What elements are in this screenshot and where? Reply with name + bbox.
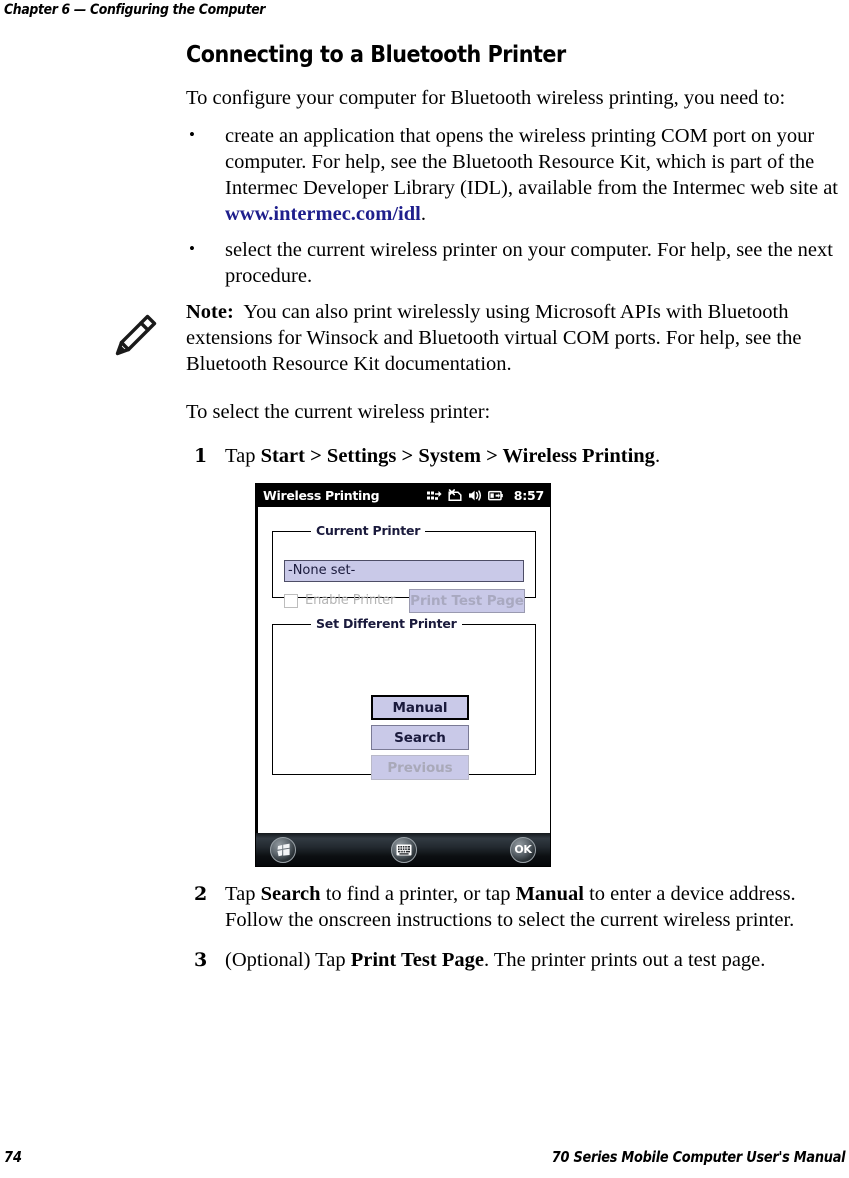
device-titlebar: Wireless Printing 8:57 xyxy=(256,484,550,507)
step-text-plain: (Optional) Tap xyxy=(225,949,351,971)
ok-button[interactable]: OK xyxy=(510,837,536,863)
device-taskbar: OK xyxy=(256,833,550,866)
manual-button[interactable]: Manual xyxy=(371,695,469,720)
list-item: • create an application that opens the wi… xyxy=(186,123,849,227)
intro-paragraph: To configure your computer for Bluetooth… xyxy=(186,87,786,109)
step-text-plain: to find a printer, or tap xyxy=(320,883,516,905)
set-different-printer-legend: Set Different Printer xyxy=(316,616,457,631)
device-screen-body: Current Printer -None set- Enable Printe… xyxy=(258,507,550,835)
note-text: Note: You can also print wirelessly usin… xyxy=(186,299,849,377)
step-text-plain: . The printer prints out a test page. xyxy=(483,949,766,971)
bullet-text: select the current wireless printer on y… xyxy=(225,239,833,287)
footer-manual-title: 70 Series Mobile Computer User's Manual xyxy=(551,1148,845,1166)
step-text-bold: Start > Settings > System > Wireless Pri… xyxy=(260,445,655,467)
device-screenshot-figure: Wireless Printing 8:57 Current Printer -… xyxy=(225,483,849,867)
footer-page-number: 74 xyxy=(4,1148,22,1166)
bullet-text-before-link: create an application that opens the wir… xyxy=(225,125,838,199)
list-item: • select the current wireless printer on … xyxy=(186,237,849,289)
step-text-plain: Tap xyxy=(225,883,261,905)
current-printer-value[interactable]: -None set- xyxy=(284,560,524,582)
step-text-bold: Search xyxy=(260,883,321,905)
device-status-icons: 8:57 xyxy=(426,483,544,509)
current-printer-group: Current Printer -None set- Enable Printe… xyxy=(272,518,536,613)
set-different-printer-group: Set Different Printer Manual Search Prev… xyxy=(272,611,536,780)
network-disconnected-icon[interactable] xyxy=(448,489,462,502)
note-label: Note: xyxy=(186,301,234,323)
current-printer-legend: Current Printer xyxy=(316,523,421,538)
enable-printer-checkbox-row[interactable]: Enable Printer xyxy=(284,589,395,613)
running-head: Chapter 6 — Configuring the Computer xyxy=(4,2,266,18)
enable-printer-checkbox[interactable] xyxy=(284,594,298,608)
procedure-lead-in: To select the current wireless printer: xyxy=(186,401,491,423)
step-number: 3 xyxy=(194,949,208,971)
page-content: Connecting to a Bluetooth Printer To con… xyxy=(115,42,849,987)
device-clock: 8:57 xyxy=(513,487,544,503)
note-block: Note: You can also print wirelessly usin… xyxy=(115,299,849,383)
step-text-plain: Tap xyxy=(225,445,261,467)
bullet-dot-icon: • xyxy=(189,239,195,258)
page-title: Connecting to a Bluetooth Printer xyxy=(186,42,566,68)
windows-start-icon[interactable] xyxy=(270,837,296,863)
search-button[interactable]: Search xyxy=(371,725,469,750)
procedure-steps: 1 Tap Start > Settings > System > Wireles… xyxy=(186,443,849,973)
step-2: 2 Tap Search to find a printer, or tap Ma… xyxy=(186,881,849,933)
battery-power-icon[interactable] xyxy=(487,489,503,502)
note-body: You can also print wirelessly using Micr… xyxy=(186,301,802,375)
step-number: 1 xyxy=(194,445,208,467)
connectivity-icon[interactable] xyxy=(426,489,442,502)
print-test-page-button[interactable]: Print Test Page xyxy=(409,589,525,613)
step-1: 1 Tap Start > Settings > System > Wireles… xyxy=(186,443,849,867)
bullet-dot-icon: • xyxy=(189,125,195,144)
step-text-bold: Manual xyxy=(515,883,584,905)
volume-icon[interactable] xyxy=(468,489,482,502)
pencil-icon xyxy=(108,309,162,363)
step-text-plain: . xyxy=(654,445,661,467)
step-text-bold: Print Test Page xyxy=(350,949,484,971)
device-screen: Wireless Printing 8:57 Current Printer -… xyxy=(255,483,551,867)
step-number: 2 xyxy=(194,883,208,905)
device-title: Wireless Printing xyxy=(263,487,380,503)
previous-button[interactable]: Previous xyxy=(371,755,469,780)
intermec-idl-link[interactable]: www.intermec.com/idl xyxy=(225,203,421,225)
keyboard-icon[interactable] xyxy=(391,837,417,863)
bullet-text-after-link: . xyxy=(420,203,426,225)
bullet-list: • create an application that opens the wi… xyxy=(186,123,849,289)
ok-label: OK xyxy=(514,843,532,856)
step-3: 3 (Optional) Tap Print Test Page. The pri… xyxy=(186,947,849,973)
